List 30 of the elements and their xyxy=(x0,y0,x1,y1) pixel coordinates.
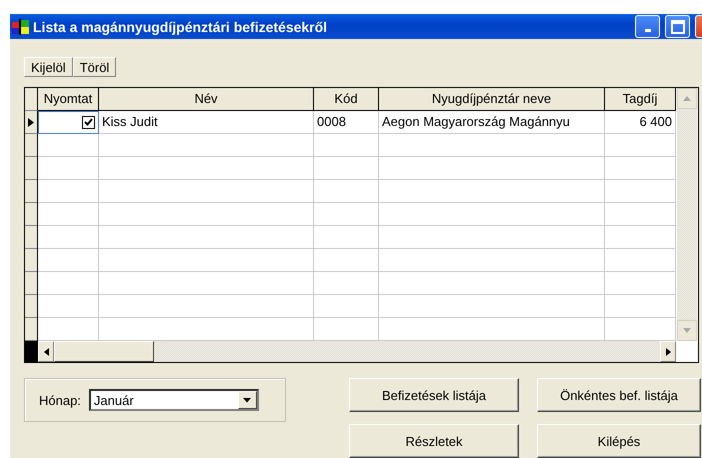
minimize-icon xyxy=(644,29,650,32)
action-button[interactable]: Befizetések listája xyxy=(349,378,519,412)
window-title: Lista a magánnyugdíjpénztári befizetésekről xyxy=(33,18,328,34)
left-arrow-icon xyxy=(44,348,48,356)
dropdown-button[interactable] xyxy=(238,391,257,409)
up-arrow-icon xyxy=(683,96,691,101)
maximize-button[interactable] xyxy=(665,15,690,38)
month-label: Hónap: xyxy=(39,392,81,408)
action-button[interactable]: Kilépés xyxy=(537,424,701,458)
action-button[interactable]: Részletek xyxy=(349,424,519,458)
column-header[interactable]: Kód xyxy=(314,88,379,111)
action-button[interactable]: Önkéntes bef. listája xyxy=(537,378,701,412)
print-checkbox[interactable] xyxy=(82,116,95,128)
column-header[interactable]: Nyomtat xyxy=(38,88,99,111)
right-arrow-icon xyxy=(666,348,670,356)
toolbar-button[interactable]: Kijelöl xyxy=(24,57,73,77)
maximize-icon xyxy=(670,20,684,34)
column-header[interactable]: Tagdíj xyxy=(605,88,676,111)
month-dropdown[interactable]: Január xyxy=(88,389,259,411)
toolbar-button[interactable]: Töröl xyxy=(72,57,116,77)
scroll-left-button[interactable] xyxy=(38,341,54,362)
down-arrow-icon xyxy=(683,328,691,333)
row-header[interactable] xyxy=(25,111,38,134)
scroll-thumb[interactable] xyxy=(54,341,154,362)
app-icon xyxy=(12,18,29,34)
scroll-right-button[interactable] xyxy=(660,341,676,362)
column-header[interactable]: Név xyxy=(99,88,314,111)
column-header[interactable]: Nyugdíjpénztár neve xyxy=(379,88,605,111)
minimize-button[interactable] xyxy=(635,15,660,38)
dropdown-arrow-icon xyxy=(243,398,252,402)
